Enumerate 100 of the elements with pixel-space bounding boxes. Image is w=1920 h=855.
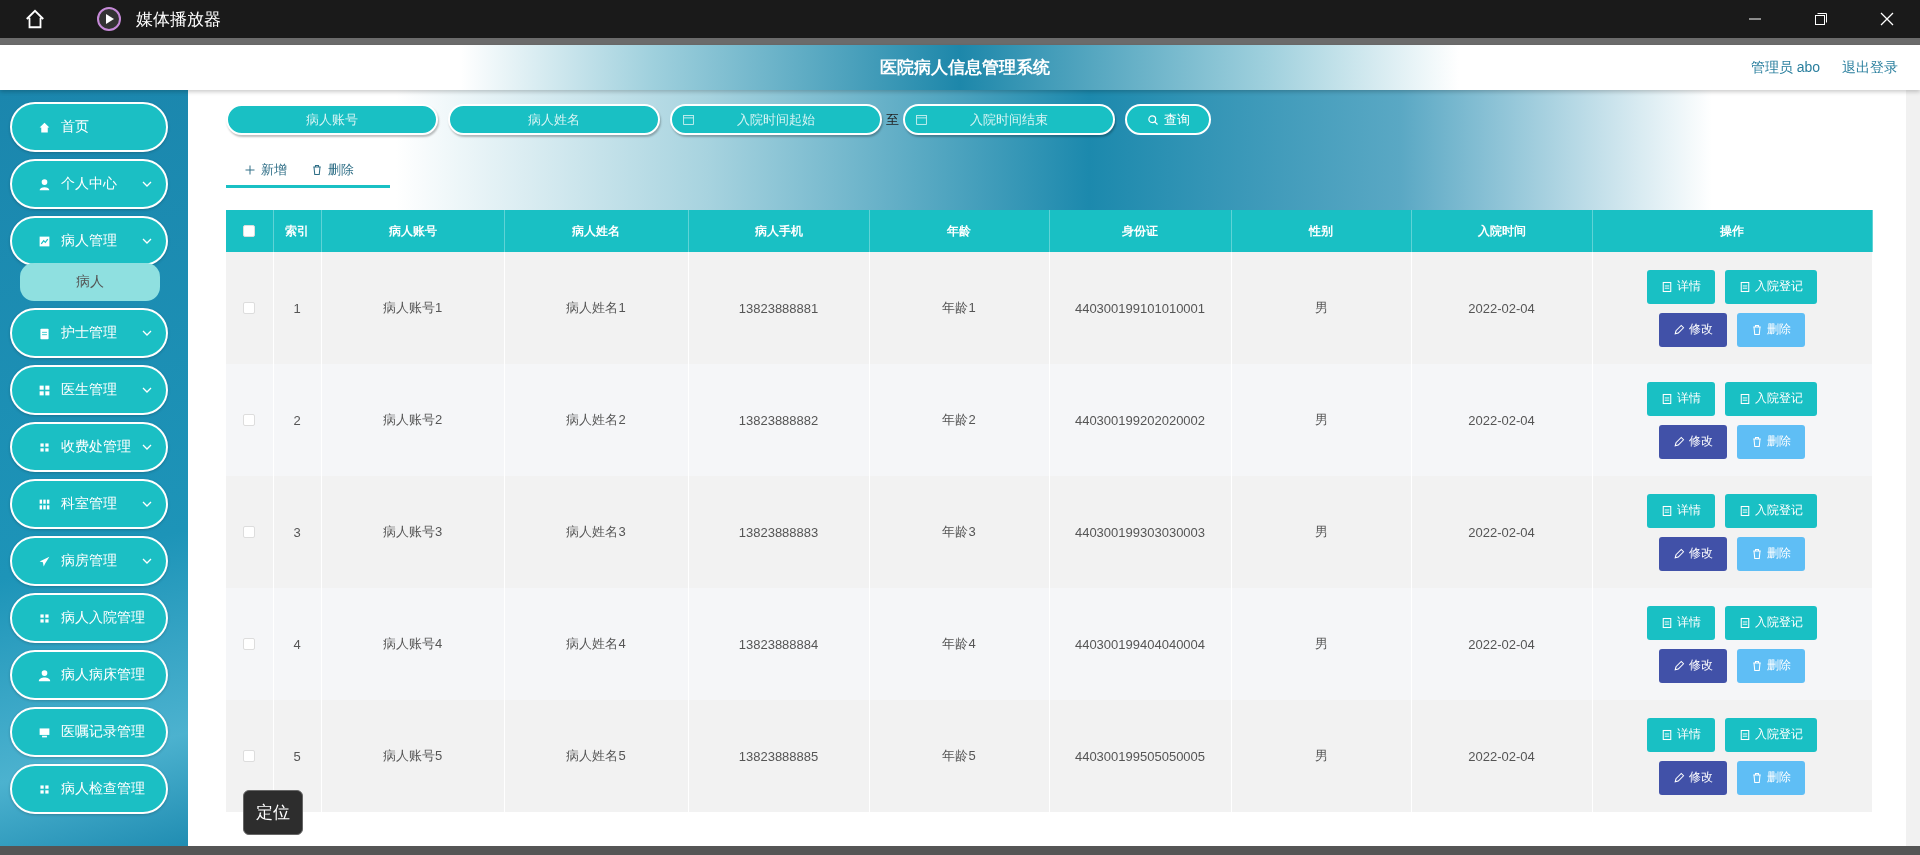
table-cell: 男 — [1231, 700, 1411, 812]
table-cell: 病人账号1 — [321, 252, 504, 364]
search-field[interactable]: 病人姓名 — [448, 104, 660, 135]
app-title: 媒体播放器 — [136, 8, 221, 31]
scrollbar[interactable] — [1906, 90, 1920, 846]
column-header: 年龄 — [869, 210, 1049, 252]
detail-button[interactable]: 详情 — [1647, 605, 1716, 640]
table-cell: 440300199404040004 — [1049, 588, 1231, 700]
sidebar-subitem[interactable]: 病人 — [20, 263, 160, 301]
register-button[interactable]: 入院登记 — [1725, 269, 1818, 304]
delete-button[interactable]: 删除 — [311, 155, 354, 185]
table-cell: 440300199505050005 — [1049, 700, 1231, 812]
chevron-down-icon — [142, 181, 152, 187]
table-cell: 2022-02-04 — [1411, 700, 1592, 812]
column-header: 病人手机 — [688, 210, 869, 252]
row-checkbox[interactable] — [243, 414, 256, 426]
close-icon — [1880, 12, 1894, 26]
register-button[interactable]: 入院登记 — [1725, 605, 1818, 640]
restore-icon — [1814, 12, 1828, 26]
trash-icon — [1751, 323, 1764, 336]
table-cell: 病人姓名5 — [504, 700, 688, 812]
table-cell: 13823888881 — [688, 252, 869, 364]
column-header: 入院时间 — [1411, 210, 1592, 252]
date-field[interactable]: 入院时间结束 — [903, 104, 1115, 135]
document-icon — [1661, 504, 1674, 517]
edit-button[interactable]: 修改 — [1659, 536, 1728, 571]
chart-icon — [38, 234, 51, 248]
table-cell: 440300199101010001 — [1049, 252, 1231, 364]
calendar-icon — [682, 113, 695, 126]
table-cell: 病人账号2 — [321, 364, 504, 476]
delete-button[interactable]: 删除 — [1737, 536, 1806, 571]
table-cell: 病人账号5 — [321, 700, 504, 812]
row-checkbox[interactable] — [243, 526, 256, 538]
edit-button[interactable]: 修改 — [1659, 760, 1728, 795]
column-header: 性别 — [1231, 210, 1411, 252]
edit-button[interactable]: 修改 — [1659, 648, 1728, 683]
user-link[interactable]: 管理员 abo — [1750, 58, 1820, 77]
sidebar-item[interactable]: 病人入院管理 — [10, 593, 168, 643]
table-cell: 2022-02-04 — [1411, 588, 1592, 700]
seek-bar[interactable] — [0, 846, 1920, 855]
grid-icon — [38, 440, 51, 454]
chevron-down-icon — [142, 558, 152, 564]
trash-icon — [1751, 547, 1764, 560]
delete-button[interactable]: 删除 — [1737, 312, 1806, 347]
pencil-icon — [1673, 323, 1686, 336]
search-button[interactable]: 查询 — [1125, 104, 1211, 135]
table-cell: 病人账号3 — [321, 476, 504, 588]
chevron-down-icon — [142, 444, 152, 450]
edit-button[interactable]: 修改 — [1659, 424, 1728, 459]
table-cell: 2022-02-04 — [1411, 364, 1592, 476]
delete-button[interactable]: 删除 — [1737, 424, 1806, 459]
date-field[interactable]: 入院时间起始 — [670, 104, 882, 135]
sidebar-item[interactable]: 收费处管理 — [10, 422, 168, 472]
register-button[interactable]: 入院登记 — [1725, 493, 1818, 528]
table-cell: 440300199202020002 — [1049, 364, 1231, 476]
select-all-checkbox[interactable] — [243, 225, 256, 237]
row-checkbox[interactable] — [243, 638, 256, 650]
table-cell: 3 — [273, 476, 321, 588]
monitor-icon — [38, 725, 51, 739]
detail-button[interactable]: 详情 — [1647, 717, 1716, 752]
sidebar-item[interactable]: 首页 — [10, 102, 168, 152]
row-checkbox[interactable] — [243, 302, 256, 314]
document-icon — [1661, 616, 1674, 629]
table-cell: 病人姓名2 — [504, 364, 688, 476]
table-cell: 1 — [273, 252, 321, 364]
row-checkbox[interactable] — [243, 750, 256, 762]
table-cell: 13823888883 — [688, 476, 869, 588]
sidebar-item[interactable]: 医生管理 — [10, 365, 168, 415]
add-button[interactable]: 新增 — [244, 155, 287, 185]
search-field[interactable]: 病人账号 — [226, 104, 438, 135]
register-button[interactable]: 入院登记 — [1725, 381, 1818, 416]
sidebar-item[interactable]: 个人中心 — [10, 159, 168, 209]
table-cell: 年龄3 — [869, 476, 1049, 588]
grid-icon — [38, 611, 51, 625]
home-icon — [38, 120, 51, 134]
logout-link[interactable]: 退出登录 — [1842, 58, 1898, 77]
clipboard-icon — [38, 326, 51, 340]
sidebar-item[interactable]: 护士管理 — [10, 308, 168, 358]
search-icon — [1146, 113, 1159, 126]
sidebar-item[interactable]: 病人检查管理 — [10, 764, 168, 814]
edit-button[interactable]: 修改 — [1659, 312, 1728, 347]
detail-button[interactable]: 详情 — [1647, 381, 1716, 416]
register-button[interactable]: 入院登记 — [1725, 717, 1818, 752]
pencil-icon — [1673, 771, 1686, 784]
sidebar-item[interactable]: 病人病床管理 — [10, 650, 168, 700]
table-cell: 病人姓名4 — [504, 588, 688, 700]
sidebar-item[interactable]: 病房管理 — [10, 536, 168, 586]
range-separator: 至 — [886, 110, 899, 129]
sidebar-item[interactable]: 科室管理 — [10, 479, 168, 529]
table-cell: 年龄5 — [869, 700, 1049, 812]
sidebar-item[interactable]: 病人管理 — [10, 216, 168, 266]
detail-button[interactable]: 详情 — [1647, 269, 1716, 304]
sidebar-item[interactable]: 医嘱记录管理 — [10, 707, 168, 757]
detail-button[interactable]: 详情 — [1647, 493, 1716, 528]
table-cell: 4 — [273, 588, 321, 700]
pencil-icon — [1673, 659, 1686, 672]
table-cell: 2022-02-04 — [1411, 252, 1592, 364]
delete-button[interactable]: 删除 — [1737, 760, 1806, 795]
delete-button[interactable]: 删除 — [1737, 648, 1806, 683]
table-cell: 13823888882 — [688, 364, 869, 476]
